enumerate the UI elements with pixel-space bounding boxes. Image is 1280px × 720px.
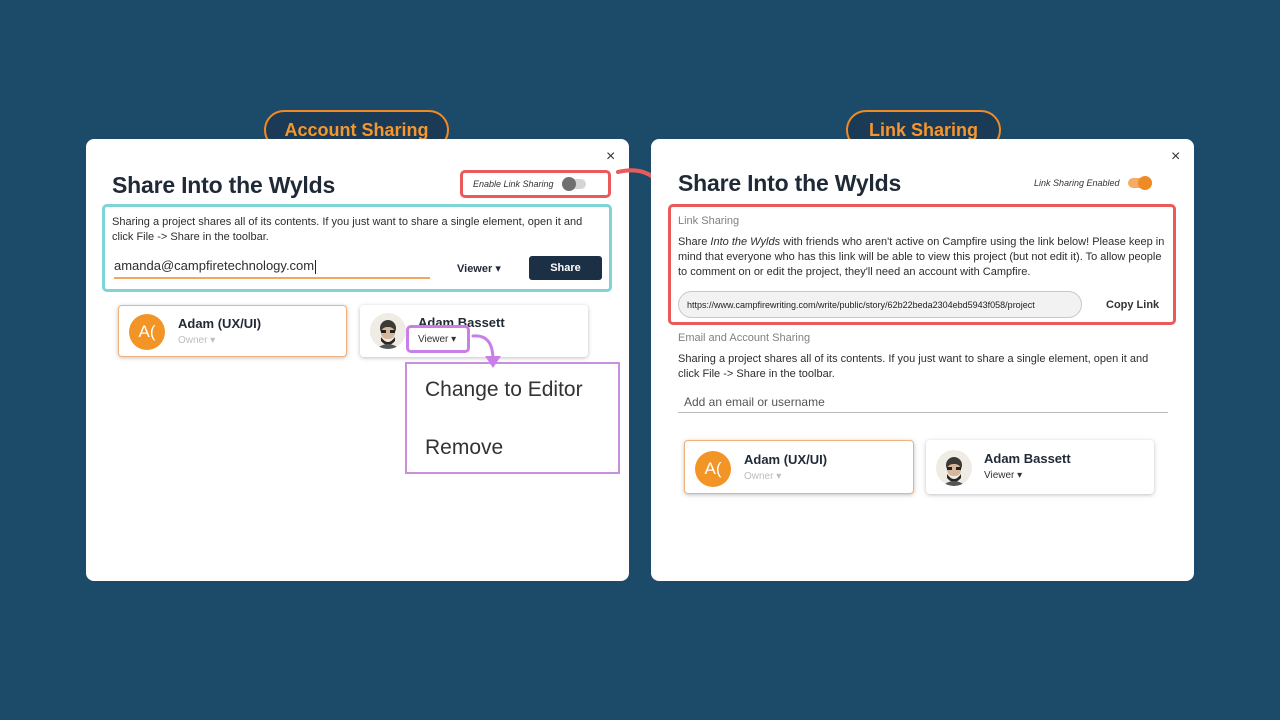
link-sharing-toggle[interactable]: Link Sharing Enabled (1034, 176, 1152, 190)
close-icon[interactable]: × (1171, 149, 1180, 165)
person-avatar-icon (376, 320, 400, 349)
member-card-owner: A( Adam (UX/UI) Owner ▾ (118, 305, 347, 357)
member-card-viewer: Adam Bassett Viewer ▾ (926, 440, 1154, 494)
link-toggle-label: Link Sharing Enabled (1034, 178, 1120, 188)
curved-arrow-icon (471, 334, 501, 368)
person-avatar-icon (942, 457, 966, 486)
link-sharing-toggle[interactable]: Enable Link Sharing (473, 177, 586, 191)
add-user-input[interactable]: Add an email or username (678, 395, 1168, 413)
role-dropdown-menu: Change to Editor Remove (405, 362, 620, 474)
account-sharing-dialog: × Share Into the Wylds Enable Link Shari… (86, 139, 629, 581)
link-toggle-label: Enable Link Sharing (473, 179, 554, 189)
share-url-field[interactable]: https://www.campfirewriting.com/write/pu… (678, 291, 1082, 318)
email-sharing-description: Sharing a project shares all of its cont… (678, 353, 1149, 380)
link-sharing-section-label: Link Sharing (678, 215, 740, 227)
menu-item-change-to-editor[interactable]: Change to Editor (425, 378, 583, 402)
member-role: Owner ▾ (744, 471, 782, 482)
link-sharing-description: Share Into the Wylds with friends who ar… (678, 236, 1165, 278)
copy-link-button[interactable]: Copy Link (1106, 299, 1159, 311)
avatar: A( (695, 451, 731, 487)
member-card-owner: A( Adam (UX/UI) Owner ▾ (684, 440, 914, 494)
avatar (370, 313, 406, 349)
share-description: Sharing a project shares all of its cont… (112, 216, 583, 243)
menu-item-remove[interactable]: Remove (425, 436, 503, 460)
role-select[interactable]: Viewer ▾ (457, 262, 501, 275)
email-sharing-section-label: Email and Account Sharing (678, 332, 811, 344)
role-select-highlight (406, 325, 470, 353)
link-sharing-dialog: × Share Into the Wylds Link Sharing Enab… (651, 139, 1194, 581)
member-name: Adam Bassett (984, 451, 1071, 466)
member-name: Adam (UX/UI) (744, 452, 828, 467)
avatar: A( (129, 314, 165, 350)
toggle-switch-off[interactable] (561, 177, 586, 191)
member-role: Owner ▾ (178, 335, 216, 346)
dialog-title: Share Into the Wylds (112, 172, 336, 198)
member-role-select[interactable]: Viewer ▾ (984, 470, 1022, 481)
email-field[interactable]: amanda@campfiretechnology.com (114, 258, 430, 279)
dialog-title: Share Into the Wylds (678, 170, 902, 196)
email-value: amanda@campfiretechnology.com (114, 258, 315, 273)
toggle-switch-on[interactable] (1127, 176, 1152, 190)
share-button[interactable]: Share (529, 256, 602, 280)
avatar (936, 450, 972, 486)
member-name: Adam (UX/UI) (178, 316, 262, 331)
